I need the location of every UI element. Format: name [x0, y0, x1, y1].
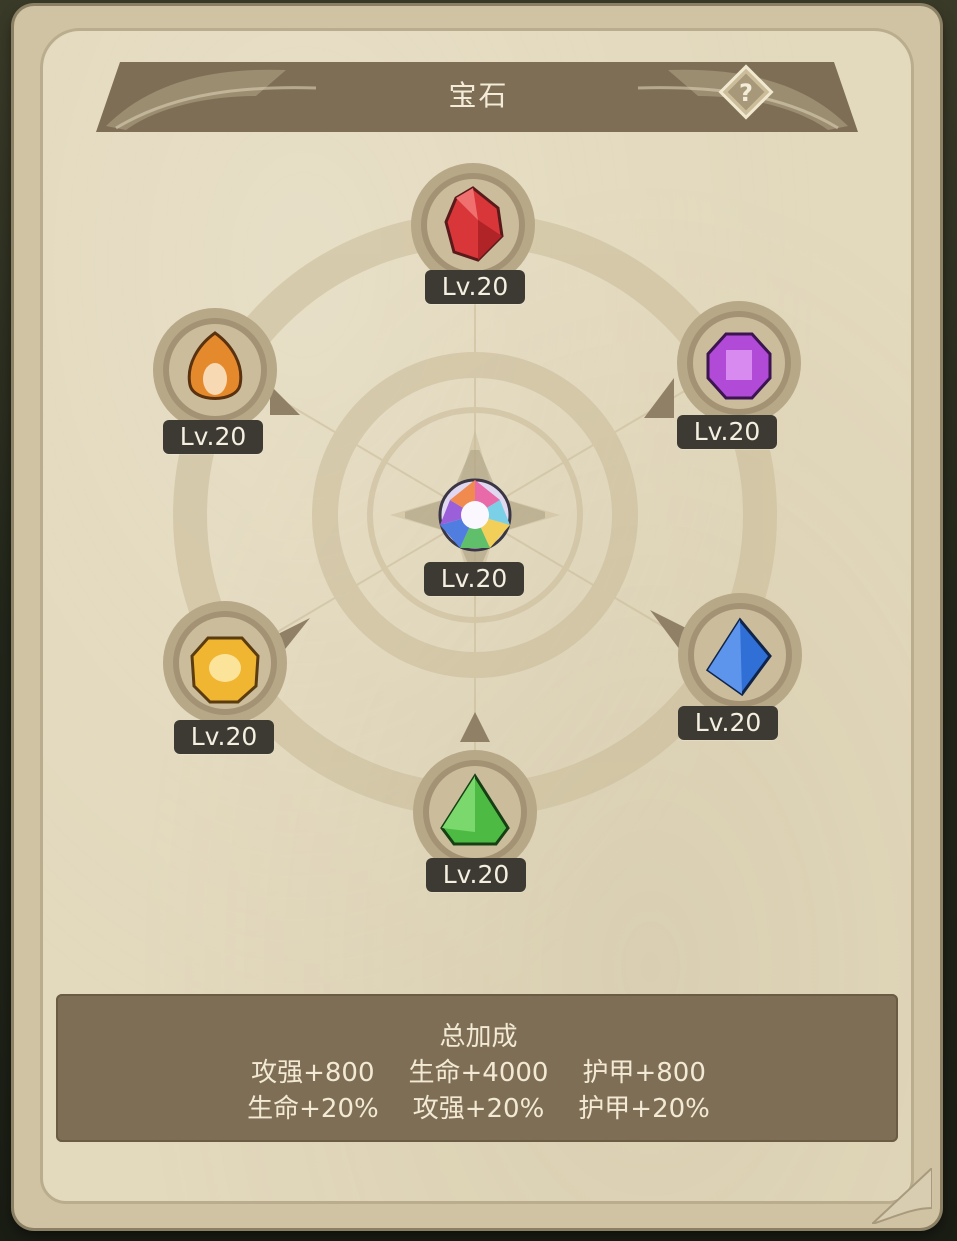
page-title: 宝石 — [448, 79, 509, 112]
bonus-armor-flat: 护甲+800 — [582, 1058, 706, 1088]
bonus-row-percent: 生命+20% 攻强+20% 护甲+20% — [0, 1088, 957, 1125]
bonus-row-flat: 攻强+800 生命+4000 护甲+800 — [0, 1052, 957, 1089]
gem-slot-yellow[interactable] — [150, 598, 310, 728]
rainbow-gem-icon — [438, 478, 512, 552]
svg-text:?: ? — [739, 79, 753, 107]
gem-level-green: Lv.20 — [426, 858, 526, 892]
gem-level-orange: Lv.20 — [163, 420, 263, 454]
gem-level-yellow: Lv.20 — [174, 720, 274, 754]
page-curl — [872, 1168, 932, 1224]
bonus-attack-percent: 攻强+20% — [412, 1094, 545, 1124]
help-button[interactable]: ? — [716, 62, 776, 122]
bonus-armor-percent: 护甲+20% — [578, 1094, 710, 1124]
bonus-attack-flat: 攻强+800 — [251, 1058, 375, 1088]
bonus-hp-flat: 生命+4000 — [408, 1058, 549, 1088]
gem-level-red: Lv.20 — [425, 270, 525, 304]
gem-level-rainbow: Lv.20 — [424, 562, 524, 596]
gem-level-purple: Lv.20 — [677, 415, 777, 449]
gem-slot-purple[interactable] — [644, 298, 801, 428]
gem-slot-green[interactable] — [410, 712, 540, 862]
total-bonus-title: 总加成 — [439, 1022, 518, 1052]
purple-gem-icon — [706, 332, 772, 400]
question-mark-icon: ? — [718, 64, 774, 120]
gem-slot-rainbow[interactable] — [405, 450, 545, 580]
gem-slot-orange[interactable] — [150, 305, 300, 435]
gem-slot-blue[interactable] — [650, 590, 802, 720]
yellow-gem-icon — [190, 636, 260, 704]
gem-level-blue: Lv.20 — [678, 706, 778, 740]
bonus-hp-percent: 生命+20% — [247, 1094, 379, 1124]
